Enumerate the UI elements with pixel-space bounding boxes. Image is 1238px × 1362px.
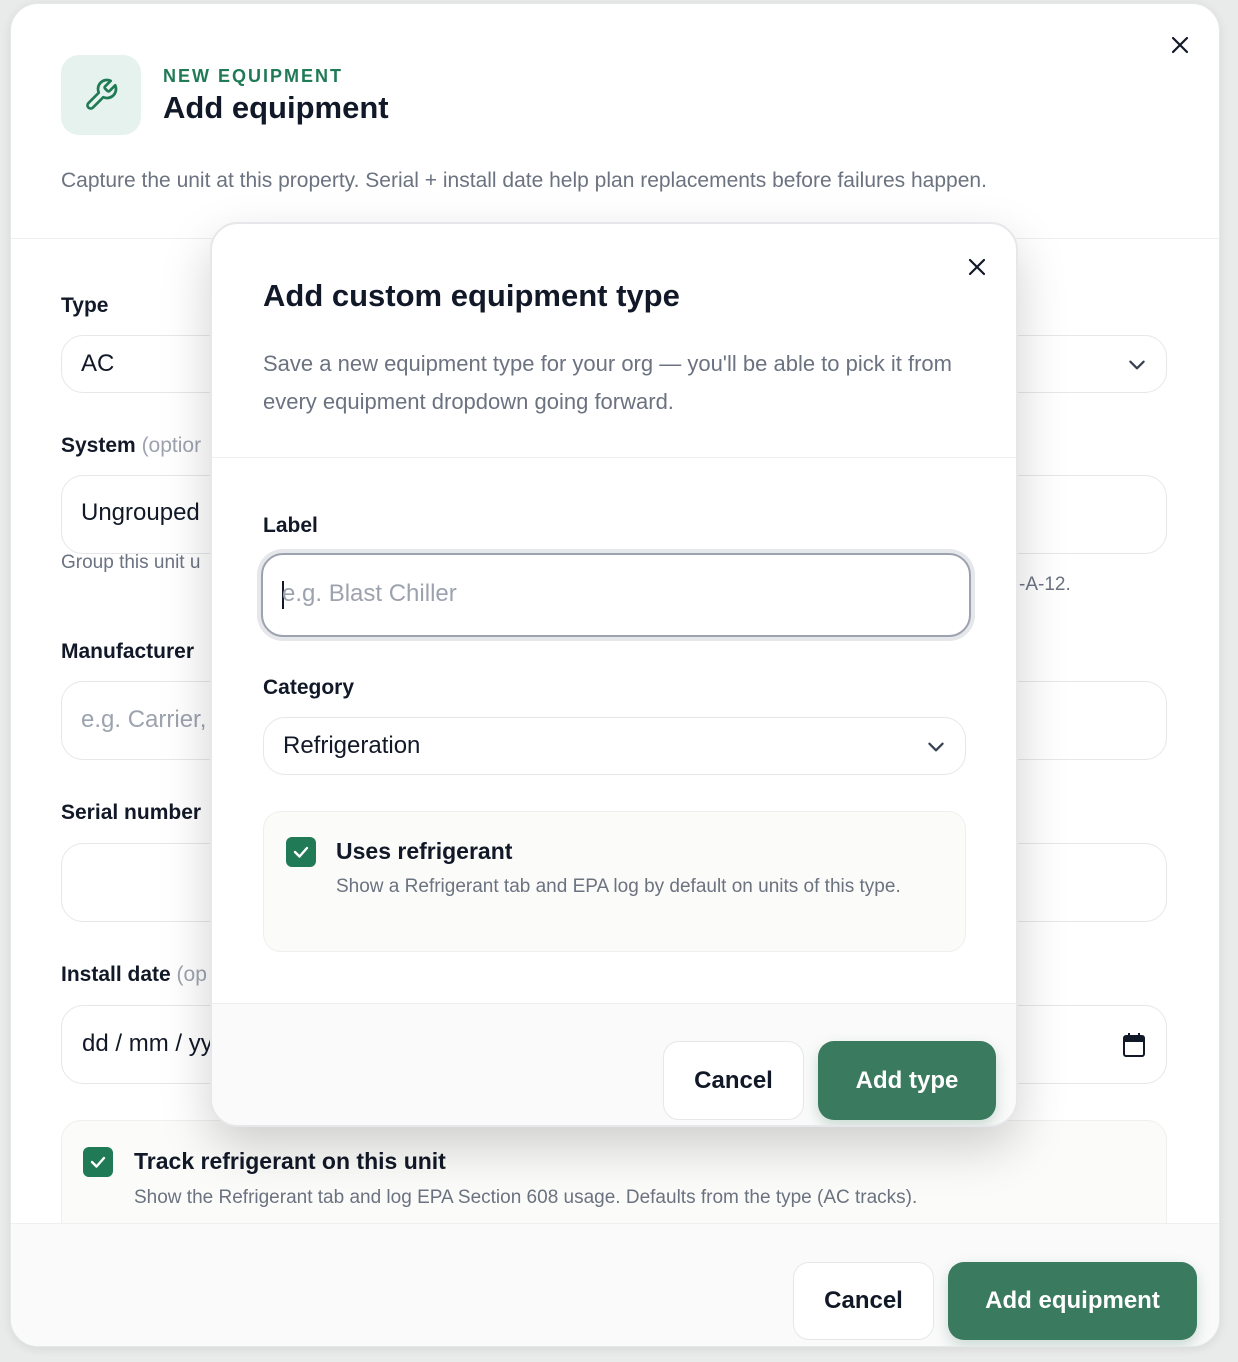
type-select-value: AC [81,350,115,377]
serial-label: Serial number [61,801,202,824]
add-custom-type-dialog: Add custom equipment type Save a new equ… [210,222,1018,1127]
close-icon [1171,36,1189,54]
chevron-down-icon [1129,360,1145,370]
track-refrigerant-desc: Show the Refrigerant tab and log EPA Sec… [134,1187,918,1208]
cancel-button[interactable]: Cancel [793,1262,934,1340]
calendar-icon[interactable] [1122,1032,1146,1058]
track-refrigerant-title: Track refrigerant on this unit [134,1148,446,1174]
custom-type-divider [212,457,1016,458]
optional-tag: (optior [141,434,202,457]
optional-tag: (op [176,963,207,986]
uses-refrigerant-title: Uses refrigerant [336,838,513,864]
system-label: System (optior [61,434,202,457]
cancel-custom-type-button[interactable]: Cancel [663,1041,804,1120]
system-hint: Group this unit u [61,552,201,573]
manufacturer-label: Manufacturer [61,640,195,663]
add-equipment-button[interactable]: Add equipment [948,1262,1197,1340]
type-label: Type [61,294,109,317]
check-icon [90,1156,106,1168]
label-input[interactable]: e.g. Blast Chiller [261,553,971,637]
close-icon [968,258,986,276]
install-date-label: Install date (op [61,963,207,986]
dialog-subtitle: Capture the unit at this property. Seria… [61,169,987,192]
category-label: Category [263,676,355,699]
header-icon-tile [61,55,141,135]
uses-refrigerant-checkbox[interactable] [286,837,316,867]
dialog-footer: Cancel Add equipment [11,1223,1219,1346]
wrench-icon [86,78,118,110]
manufacturer-placeholder: e.g. Carrier, [81,706,207,733]
dialog-eyebrow: NEW EQUIPMENT [163,66,344,86]
label-field-label: Label [263,514,318,537]
uses-refrigerant-card: Uses refrigerant Show a Refrigerant tab … [263,811,966,952]
close-custom-type-button[interactable] [964,254,990,280]
system-hint-tail: -A-12. [1019,574,1071,595]
custom-type-desc: Save a new equipment type for your org —… [263,351,952,414]
chevron-down-icon [928,742,944,752]
system-select-value: Ungrouped [81,499,200,526]
close-dialog-button[interactable] [1167,32,1193,58]
category-select[interactable]: Refrigeration [263,717,966,775]
track-refrigerant-checkbox[interactable] [83,1147,113,1177]
install-date-value: dd / mm / yy [82,1030,213,1057]
custom-type-title: Add custom equipment type [263,278,680,313]
category-select-value: Refrigeration [283,732,421,759]
label-input-placeholder: e.g. Blast Chiller [282,580,457,607]
custom-type-footer: Cancel Add type [212,1003,1016,1125]
dialog-title: Add equipment [163,90,389,125]
check-icon [293,846,309,858]
uses-refrigerant-desc: Show a Refrigerant tab and EPA log by de… [336,876,901,897]
add-type-button[interactable]: Add type [818,1041,996,1120]
